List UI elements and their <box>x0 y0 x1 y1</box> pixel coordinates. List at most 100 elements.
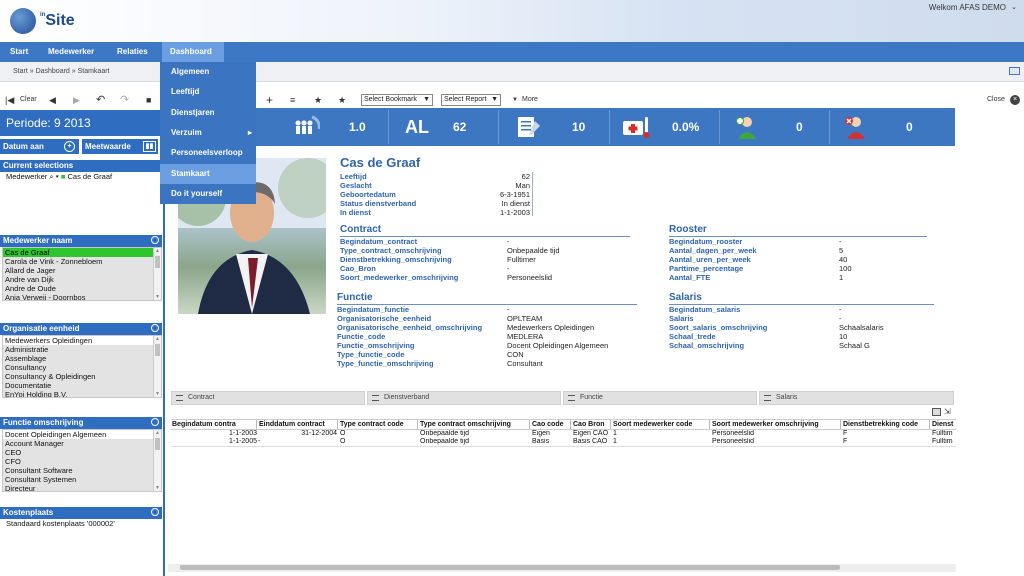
search-icon[interactable] <box>151 418 159 426</box>
document-icon <box>515 113 543 141</box>
search-icon[interactable] <box>151 324 159 332</box>
nav-medewerker[interactable]: Medewerker <box>40 42 102 62</box>
employee-in-icon <box>733 113 761 141</box>
list-item[interactable]: Consultant Systemen <box>3 475 161 484</box>
scroll-up-icon[interactable]: ▲ <box>155 248 160 254</box>
list-item[interactable]: Consultant Software <box>3 466 161 475</box>
close-button[interactable]: Close <box>987 93 1005 107</box>
column-header[interactable]: Soort medewerker omschrijving <box>711 420 841 429</box>
tab-salaris[interactable]: Salaris <box>759 391 954 405</box>
column-header[interactable]: Cao code <box>531 420 571 429</box>
list-item[interactable]: Andre van Dijk <box>3 275 161 284</box>
redo-icon[interactable]: ↷ <box>120 93 129 107</box>
close-icon[interactable]: × <box>1010 95 1020 105</box>
mail-icon[interactable] <box>1009 67 1020 75</box>
select-bookmark-dropdown[interactable]: Select Bookmark ▼ <box>361 94 433 106</box>
scroll-down-icon[interactable]: ▼ <box>155 294 160 300</box>
menu-item-dienstjaren[interactable]: Dienstjaren <box>160 103 256 123</box>
menu-item-stamkaart[interactable]: Stamkaart <box>160 164 256 184</box>
back-icon[interactable]: ◀ <box>49 93 56 107</box>
field-value: CON <box>507 350 524 359</box>
list-item[interactable]: Cas de Graaf <box>3 248 161 257</box>
column-header[interactable]: Dienst <box>931 420 956 429</box>
table-cell: 1 <box>613 438 617 445</box>
list-item[interactable]: Allard de Jager <box>3 266 161 275</box>
more-button[interactable]: More <box>522 93 538 107</box>
meetwaarde-button[interactable]: Meetwaarde ▮▮ <box>82 139 158 154</box>
menu-item-do-it-yourself[interactable]: Do it yourself <box>160 184 256 204</box>
menu-item-algemeen[interactable]: Algemeen <box>160 62 256 82</box>
datum-aan-button[interactable]: Datum aan + <box>0 139 79 154</box>
list-item[interactable]: Administratie <box>3 345 161 354</box>
column-header[interactable]: Soort medewerker code <box>612 420 710 429</box>
dashboard-dropdown-menu: Algemeen Leeftijd Dienstjaren Verzuim ▸ P… <box>160 62 256 204</box>
column-header[interactable]: Cao Bron <box>572 420 611 429</box>
select-report-dropdown[interactable]: Select Report ▼ <box>441 94 501 106</box>
search-icon[interactable]: ⌕ ▾ <box>47 172 61 181</box>
list-item[interactable]: CEO <box>3 448 161 457</box>
scroll-thumb[interactable] <box>180 565 840 570</box>
list-item[interactable]: Consultancy <box>3 363 161 372</box>
tab-functie[interactable]: Functie <box>563 391 757 405</box>
tab-contract[interactable]: Contract <box>171 391 365 405</box>
nav-start[interactable]: Start <box>2 42 36 62</box>
list-item[interactable]: Anja Verweij - Doornbos <box>3 293 161 300</box>
list-item[interactable]: Assemblage <box>3 354 161 363</box>
column-header[interactable]: Type contract code <box>339 420 418 429</box>
list-item[interactable]: Directeur <box>3 484 161 491</box>
list-icon <box>568 395 575 401</box>
current-selection-value: Cas de Graaf <box>67 172 113 181</box>
scroll-thumb[interactable] <box>155 344 160 356</box>
add-icon[interactable]: + <box>266 93 273 107</box>
list-item[interactable]: Docent Opleidingen Algemeen <box>3 430 161 439</box>
list-item[interactable]: Consultancy & Opleidingen <box>3 372 161 381</box>
print-icon[interactable] <box>932 408 941 416</box>
field-label: Parttime_percentage <box>669 264 744 273</box>
scroll-down-icon[interactable]: ▼ <box>155 485 160 491</box>
selection-dot-icon: ■ <box>60 172 66 181</box>
bookmark-icon[interactable]: ★ <box>338 93 346 107</box>
scrollbar[interactable]: ▲ ▼ <box>153 336 161 397</box>
tab-dienstverband[interactable]: Dienstverband <box>367 391 561 405</box>
user-menu-caret-icon[interactable]: ⌄ <box>1011 3 1017 11</box>
export-icon[interactable]: ⇲ <box>944 407 951 416</box>
scroll-up-icon[interactable]: ▲ <box>155 336 160 342</box>
scroll-thumb[interactable] <box>155 438 160 450</box>
list-item[interactable]: Documentatie <box>3 381 161 390</box>
table-row[interactable] <box>171 438 956 446</box>
menu-item-verzuim[interactable]: Verzuim ▸ <box>160 123 256 143</box>
column-header[interactable]: Type contract omschrijving <box>419 420 530 429</box>
column-header[interactable]: Dienstbetrekking code <box>842 420 930 429</box>
search-icon[interactable] <box>151 236 159 244</box>
bookmark-add-icon[interactable]: ★ <box>314 93 322 107</box>
undo-icon[interactable]: ↶ <box>96 93 105 107</box>
search-icon[interactable] <box>151 508 159 516</box>
list-item[interactable]: Standaard kostenplaats '000002' <box>4 519 115 528</box>
scrollbar[interactable]: ▲ ▼ <box>153 248 161 300</box>
clear-icon[interactable]: |◀ <box>5 93 14 107</box>
list-item[interactable]: Carola de Vink - Zonnebloem <box>3 257 161 266</box>
menu-item-personeelsverloop[interactable]: Personeelsverloop <box>160 143 256 163</box>
forward-icon[interactable]: ▶ <box>73 93 80 107</box>
nav-relaties[interactable]: Relaties <box>109 42 156 62</box>
list-item[interactable]: EnYoi Holding B.V. <box>3 390 161 397</box>
section-title: Medewerker naam <box>3 236 73 245</box>
scroll-down-icon[interactable]: ▼ <box>155 391 160 397</box>
scrollbar[interactable]: ▲ ▼ <box>153 430 161 491</box>
more-caret-icon[interactable]: ▼ <box>512 93 518 107</box>
list-item[interactable]: Andre de Oude <box>3 284 161 293</box>
column-header[interactable]: Begindatum contra <box>171 420 257 429</box>
menu-item-leeftijd[interactable]: Leeftijd <box>160 82 256 102</box>
scroll-up-icon[interactable]: ▲ <box>155 430 160 436</box>
field-label: Soort_salaris_omschrijving <box>669 323 768 332</box>
list-item[interactable]: CFO <box>3 457 161 466</box>
lock-icon[interactable]: ■ <box>146 93 151 107</box>
filter-icon[interactable]: ≡ <box>290 93 295 107</box>
clear-button[interactable]: Clear <box>20 93 37 107</box>
list-item[interactable]: Account Manager <box>3 439 161 448</box>
field-value: 40 <box>839 255 848 264</box>
scroll-thumb[interactable] <box>155 256 160 268</box>
list-item[interactable]: Medewerkers Opleidingen <box>3 336 161 345</box>
column-header[interactable]: Einddatum contract <box>258 420 338 429</box>
nav-dashboard[interactable]: Dashboard <box>162 42 224 62</box>
